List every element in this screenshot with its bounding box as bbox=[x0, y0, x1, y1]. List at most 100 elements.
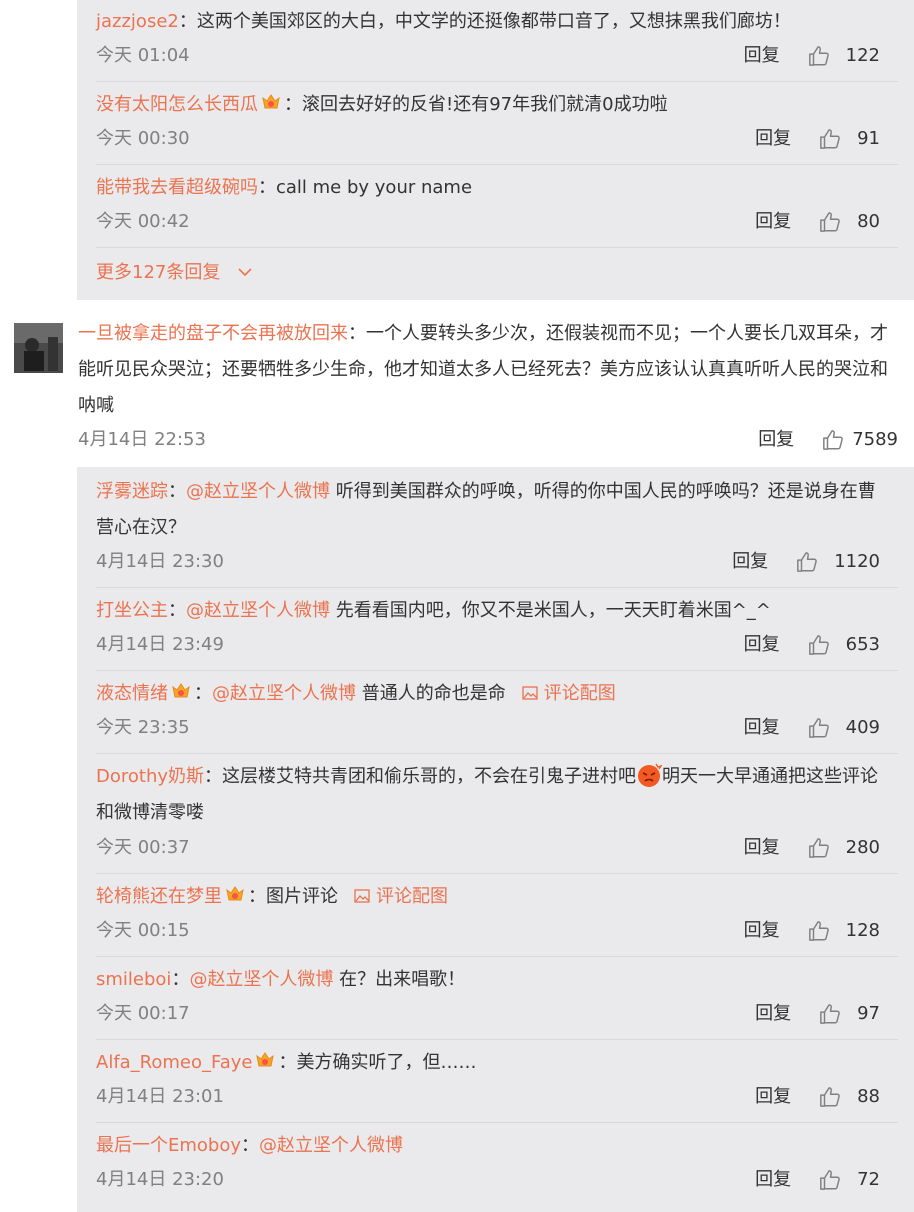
reply-sep: ： bbox=[168, 481, 186, 502]
reply-text: 在？出来唱歌！ bbox=[333, 969, 466, 990]
like-count: 88 bbox=[857, 1086, 880, 1107]
reply-item: 轮椅熊还在梦里 ：图片评论 评论配图 bbox=[96, 879, 914, 915]
thumbs-up-icon[interactable] bbox=[819, 211, 841, 233]
reply-text: 先看看国内吧，你又不是米国人，一天天盯着米国^_^ bbox=[330, 600, 771, 621]
reply-button[interactable]: 回复 bbox=[755, 124, 791, 154]
more-replies-link[interactable]: 更多127条回复 bbox=[96, 258, 252, 288]
reply-meta: 今天 01:04 回复 122 bbox=[96, 41, 880, 71]
reply-button[interactable]: 回复 bbox=[758, 425, 794, 455]
reply-text: ：这两个美国郊区的大白，中文学的还挺像都带口音了，又想抹黑我们廊坊！ bbox=[178, 11, 791, 32]
reply-time: 今天 00:17 bbox=[96, 1003, 190, 1024]
reply-sep: ： bbox=[194, 683, 212, 704]
comment-username[interactable]: 一旦被拿走的盘子不会再被放回来 bbox=[78, 323, 348, 344]
reply-time: 今天 00:30 bbox=[96, 128, 190, 149]
reply-text: ：美方确实听了，但…… bbox=[278, 1052, 477, 1073]
thumbs-up-icon[interactable] bbox=[808, 634, 830, 656]
reply-button[interactable]: 回复 bbox=[755, 999, 791, 1029]
reply-meta: 今天 00:15 回复 128 bbox=[96, 916, 880, 946]
reply-username[interactable]: smileboi bbox=[96, 969, 171, 990]
reply-time: 今天 00:15 bbox=[96, 920, 190, 941]
reply-sep: ： bbox=[241, 1135, 260, 1156]
reply-button[interactable]: 回复 bbox=[755, 1082, 791, 1112]
reply-username[interactable]: 最后一个Emoboy bbox=[96, 1135, 241, 1156]
thumbs-up-icon[interactable] bbox=[808, 717, 830, 739]
divider bbox=[96, 587, 898, 588]
thumbs-up-icon[interactable] bbox=[819, 128, 841, 150]
reply-text: 普通人的命也是命 bbox=[356, 683, 506, 704]
reply-item: 能带我去看超级碗吗：call me by your name bbox=[96, 170, 914, 206]
reply-time: 今天 23:35 bbox=[96, 717, 190, 738]
comment-meta: 4月14日 22:53 回复 7589 bbox=[78, 425, 898, 455]
like-count: 72 bbox=[857, 1169, 880, 1190]
thumbs-up-icon[interactable] bbox=[819, 1169, 841, 1191]
reply-username[interactable]: 没有太阳怎么长西瓜 bbox=[96, 94, 258, 115]
reply-time: 今天 00:37 bbox=[96, 837, 190, 858]
vip-badge-icon bbox=[172, 683, 190, 698]
thumbs-up-icon[interactable] bbox=[808, 920, 830, 942]
reply-username[interactable]: jazzjose2 bbox=[96, 11, 179, 32]
avatar[interactable] bbox=[14, 323, 63, 373]
reply-button[interactable]: 回复 bbox=[744, 630, 780, 660]
mention-link[interactable]: @赵立坚个人微博 bbox=[212, 683, 356, 704]
reply-sep: ： bbox=[168, 600, 186, 621]
mention-link[interactable]: @赵立坚个人微博 bbox=[186, 600, 330, 621]
mention-link[interactable]: @赵立坚个人微博 bbox=[186, 481, 330, 502]
reply-button[interactable]: 回复 bbox=[755, 1165, 791, 1195]
comment-image-link[interactable]: 评论配图 bbox=[522, 683, 616, 704]
like-count: 280 bbox=[845, 837, 880, 858]
like-count: 122 bbox=[845, 45, 880, 66]
reply-item: Dorothy奶斯：这层楼艾特共青团和偷乐哥的，不会在引鬼子进村吧 明天一大早通通… bbox=[96, 759, 880, 831]
divider bbox=[96, 1039, 898, 1040]
comment-item: 一旦被拿走的盘子不会再被放回来：一个人要转头多少次，还假装视而不见；一个人要长几… bbox=[78, 316, 900, 424]
comment-time: 4月14日 22:53 bbox=[78, 429, 206, 450]
like-count: 653 bbox=[845, 634, 880, 655]
reply-username[interactable]: 轮椅熊还在梦里 bbox=[96, 886, 222, 907]
image-icon bbox=[522, 686, 538, 700]
reply-item: 没有太阳怎么长西瓜 ：滚回去好好的反省!还有97年我们就清0成功啦 bbox=[96, 87, 914, 123]
reply-username[interactable]: 打坐公主 bbox=[96, 600, 168, 621]
reply-text: ：图片评论 bbox=[248, 886, 338, 907]
reply-username[interactable]: 浮雾迷踪 bbox=[96, 481, 168, 502]
reply-button[interactable]: 回复 bbox=[744, 833, 780, 863]
reply-time: 4月14日 23:01 bbox=[96, 1086, 224, 1107]
reply-username[interactable]: 液态情绪 bbox=[96, 683, 168, 704]
reply-time: 4月14日 23:30 bbox=[96, 551, 224, 572]
reply-item: 液态情绪 ：@赵立坚个人微博 普通人的命也是命 评论配图 bbox=[96, 676, 914, 712]
vip-badge-icon bbox=[226, 886, 244, 901]
thumbs-up-icon[interactable] bbox=[808, 45, 830, 67]
thumbs-up-icon[interactable] bbox=[819, 1086, 841, 1108]
like-count: 7589 bbox=[852, 429, 898, 450]
reply-time: 今天 01:04 bbox=[96, 45, 190, 66]
thumbs-up-icon[interactable] bbox=[819, 1003, 841, 1025]
vip-badge-icon bbox=[256, 1052, 275, 1067]
thumbs-up-icon[interactable] bbox=[822, 429, 844, 451]
thumbs-up-icon[interactable] bbox=[796, 551, 818, 573]
reply-item: smileboi：@赵立坚个人微博 在？出来唱歌！ bbox=[96, 962, 914, 998]
reply-username[interactable]: Alfa_Romeo_Faye bbox=[96, 1052, 252, 1073]
reply-username[interactable]: 能带我去看超级碗吗 bbox=[96, 177, 258, 198]
reply-meta: 今天 23:35 回复 409 bbox=[96, 713, 880, 743]
reply-sep: ： bbox=[171, 969, 190, 990]
divider bbox=[96, 753, 898, 754]
reply-button[interactable]: 回复 bbox=[744, 916, 780, 946]
reply-button[interactable]: 回复 bbox=[744, 713, 780, 743]
comment-image-label: 评论配图 bbox=[543, 683, 616, 704]
reply-item: Alfa_Romeo_Faye ：美方确实听了，但…… bbox=[96, 1045, 914, 1081]
reply-button[interactable]: 回复 bbox=[744, 41, 780, 71]
like-count: 1120 bbox=[834, 551, 880, 572]
reply-username[interactable]: Dorothy奶斯 bbox=[96, 766, 204, 787]
reply-meta: 4月14日 23:01 回复 88 bbox=[96, 1082, 880, 1112]
like-count: 91 bbox=[857, 128, 880, 149]
reply-meta: 今天 00:30 回复 91 bbox=[96, 124, 880, 154]
mention-link[interactable]: @赵立坚个人微博 bbox=[259, 1135, 403, 1156]
reply-text: ：滚回去好好的反省!还有97年我们就清0成功啦 bbox=[284, 94, 668, 115]
reply-button[interactable]: 回复 bbox=[732, 547, 768, 577]
divider bbox=[96, 81, 898, 82]
mention-link[interactable]: @赵立坚个人微博 bbox=[189, 969, 333, 990]
reply-meta: 4月14日 23:49 回复 653 bbox=[96, 630, 880, 660]
thumbs-up-icon[interactable] bbox=[808, 837, 830, 859]
like-count: 80 bbox=[857, 211, 880, 232]
reply-button[interactable]: 回复 bbox=[755, 207, 791, 237]
comment-image-link[interactable]: 评论配图 bbox=[354, 886, 448, 907]
angry-emoji-icon bbox=[638, 763, 663, 787]
